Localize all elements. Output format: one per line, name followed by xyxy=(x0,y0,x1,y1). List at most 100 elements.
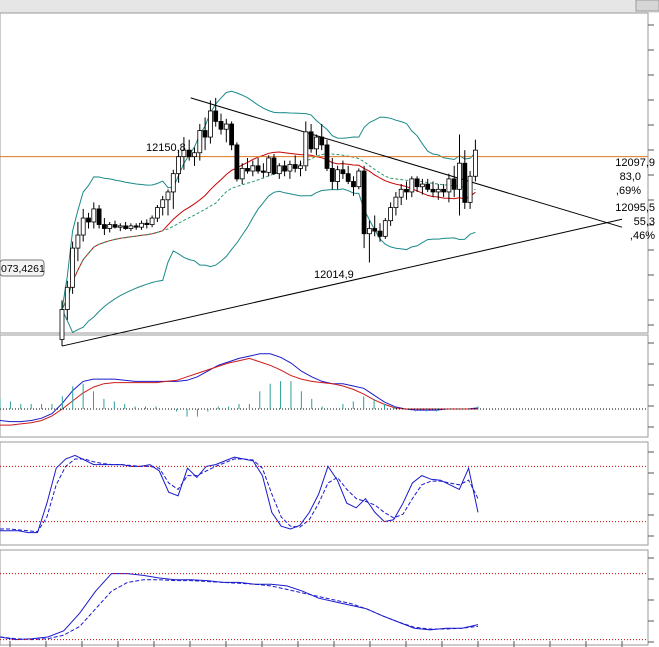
candle-body xyxy=(303,131,309,167)
candle-body xyxy=(340,169,346,175)
candle-body xyxy=(282,165,288,172)
candle-body xyxy=(102,224,107,229)
right-label-5: 55,3 xyxy=(634,216,655,228)
candle-body xyxy=(356,170,362,188)
panel-frames xyxy=(0,12,649,646)
candle-body xyxy=(154,207,160,219)
candle-body xyxy=(462,162,468,203)
candle-body xyxy=(117,225,123,228)
candle-body xyxy=(298,165,303,169)
candle-body xyxy=(223,123,229,130)
candle-body xyxy=(425,183,431,190)
candle-body xyxy=(133,225,139,228)
right-label-3: ,69% xyxy=(616,185,641,197)
candle-body xyxy=(435,188,441,193)
candle-body xyxy=(86,217,91,223)
candle-body xyxy=(472,149,478,177)
candle-body xyxy=(451,178,457,190)
candle-body xyxy=(165,191,171,201)
candle-body xyxy=(229,123,235,146)
candle-body xyxy=(202,130,208,138)
stoch-panel-1 xyxy=(0,441,649,546)
candle-body xyxy=(218,121,224,130)
candle-body xyxy=(149,217,155,225)
candle-body xyxy=(239,168,245,180)
candle-body xyxy=(266,157,272,173)
candle-body xyxy=(361,170,367,235)
candle-body xyxy=(446,178,452,193)
candle-body xyxy=(213,110,219,122)
candle-body xyxy=(107,224,113,229)
chart-window: 12150,8 12014,9 073,4261 12097,9 83,0 ,6… xyxy=(0,0,659,647)
right-label-4: 12095,5 xyxy=(615,202,655,214)
right-label-1: 12097,9 xyxy=(615,157,655,169)
candle-body xyxy=(441,188,447,193)
candle-body xyxy=(139,222,144,228)
candle-body xyxy=(260,170,266,173)
candle-body xyxy=(64,286,70,310)
candle-body xyxy=(398,188,404,198)
candle-body xyxy=(388,207,394,222)
candle-body xyxy=(96,208,102,225)
candle-body xyxy=(70,247,75,288)
candle-body xyxy=(419,183,425,188)
candle xyxy=(96,205,102,229)
candle-body xyxy=(345,173,351,182)
candle-body xyxy=(245,168,250,172)
candle-body xyxy=(409,178,415,193)
candle-body xyxy=(160,199,166,209)
swing-high-label: 12150,8 xyxy=(146,142,186,154)
swing-low-label: 12014,9 xyxy=(314,269,354,281)
candle-body xyxy=(197,130,203,154)
candle-body xyxy=(144,222,150,225)
candle xyxy=(70,241,75,294)
left-price-label: 073,4261 xyxy=(1,263,45,275)
candle-body xyxy=(382,220,388,237)
candle-body xyxy=(393,196,399,209)
candle xyxy=(382,218,388,239)
candle-body xyxy=(414,178,420,188)
candle-body xyxy=(319,136,325,146)
candle-body xyxy=(308,131,314,150)
candle-body xyxy=(192,152,197,158)
candle-body xyxy=(351,181,356,188)
candle-body xyxy=(207,110,213,138)
candle-body xyxy=(313,136,319,150)
candle-body xyxy=(467,175,473,203)
candle-body xyxy=(186,149,192,158)
candle-body xyxy=(234,144,240,180)
candle-body xyxy=(80,217,86,236)
price-panel xyxy=(0,12,649,334)
candle-body xyxy=(457,162,462,190)
candle-body xyxy=(366,228,372,235)
candle-body xyxy=(372,228,378,232)
candle-body xyxy=(287,164,293,172)
candle-body xyxy=(255,165,261,172)
candle-body xyxy=(91,208,97,223)
candle-body xyxy=(329,168,335,182)
candle-body xyxy=(292,164,298,169)
candle-body xyxy=(128,225,134,229)
candle-body xyxy=(112,224,118,228)
candle-body xyxy=(271,157,277,175)
candle-body xyxy=(377,230,383,237)
candle-body xyxy=(170,173,176,193)
right-label-2: 83,0 xyxy=(620,171,641,183)
stoch-panel-2 xyxy=(0,549,649,646)
candle xyxy=(234,142,240,182)
chart-canvas: 12150,8 12014,9 073,4261 12097,9 83,0 ,6… xyxy=(0,0,659,647)
window-corner-button[interactable] xyxy=(635,0,659,12)
right-label-6: ,46% xyxy=(630,230,655,242)
candle-body xyxy=(324,144,330,169)
candle-body xyxy=(250,165,256,172)
candle-body xyxy=(430,188,436,193)
candle-body xyxy=(75,234,81,249)
candle-body xyxy=(59,309,65,340)
window-title-bar xyxy=(0,0,659,13)
candle-body xyxy=(123,225,128,229)
candle-body xyxy=(276,165,282,175)
candle-body xyxy=(176,156,182,175)
candle-body xyxy=(335,169,341,182)
candle xyxy=(356,168,362,190)
candle-body xyxy=(404,188,409,193)
